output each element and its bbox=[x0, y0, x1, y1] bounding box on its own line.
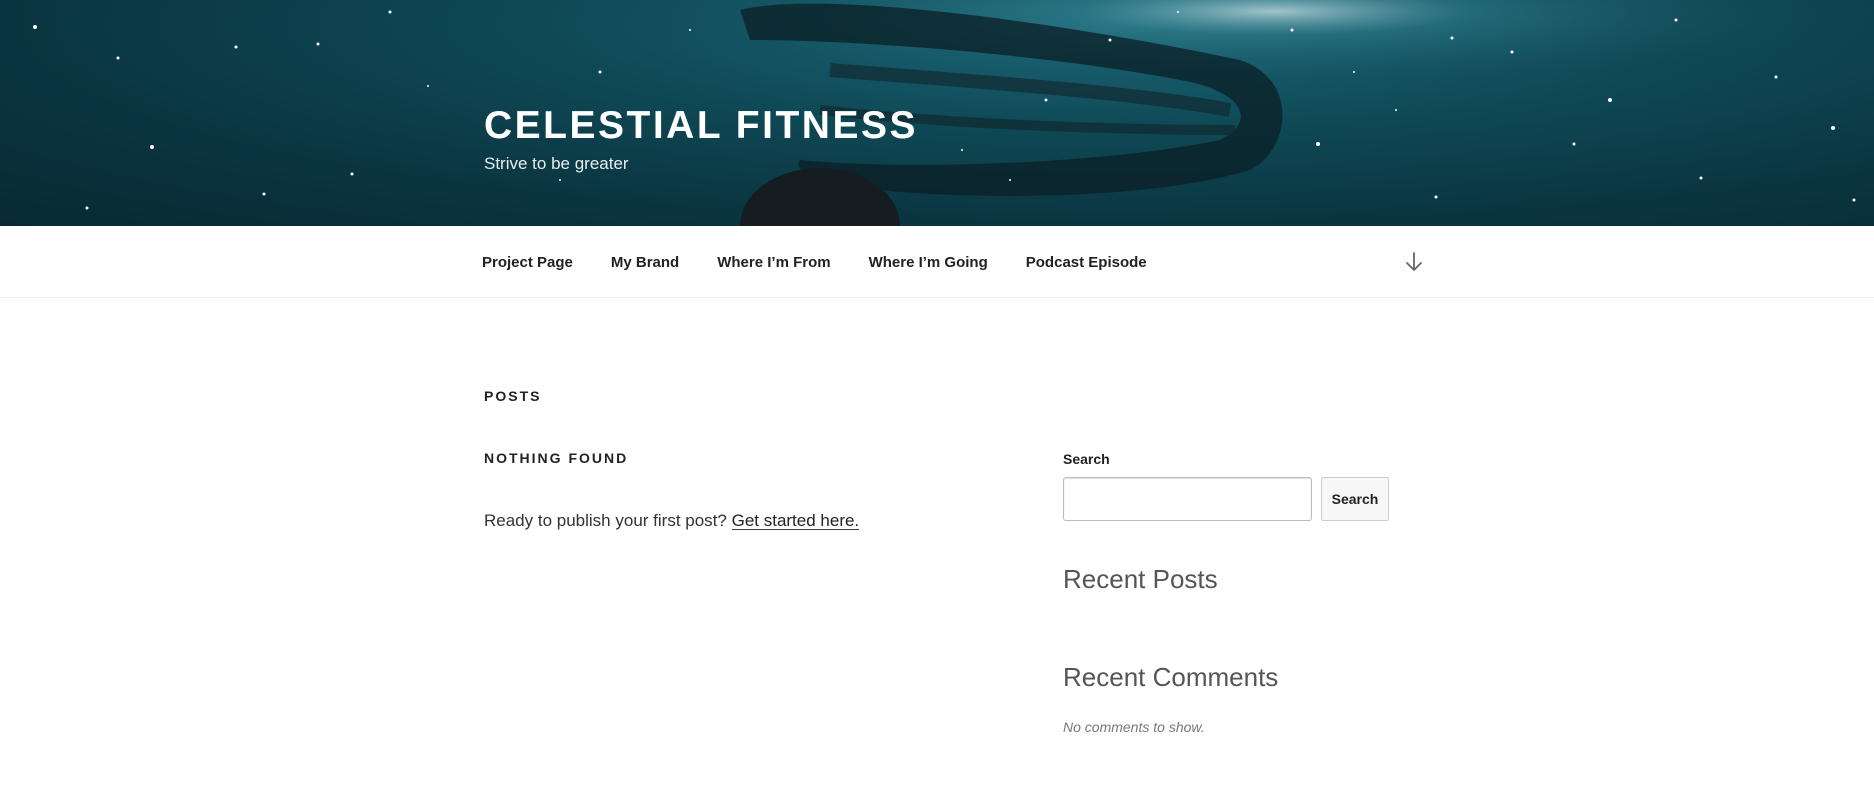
nav-item-where-im-going[interactable]: Where I’m Going bbox=[869, 254, 988, 271]
nav-item-where-im-from[interactable]: Where I’m From bbox=[717, 254, 830, 271]
site-header: CELESTIAL FITNESS Strive to be greater bbox=[0, 0, 1874, 226]
recent-comments-title: Recent Comments bbox=[1063, 662, 1279, 692]
search-button[interactable]: Search bbox=[1321, 477, 1389, 521]
search-input[interactable] bbox=[1063, 477, 1312, 521]
nav-menu: Project Page My Brand Where I’m From Whe… bbox=[482, 226, 1185, 298]
main-navigation: Project Page My Brand Where I’m From Whe… bbox=[0, 226, 1874, 298]
nav-item-my-brand[interactable]: My Brand bbox=[611, 254, 679, 271]
nav-item-podcast-episode[interactable]: Podcast Episode bbox=[1026, 254, 1147, 271]
nothing-found-title: NOTHING FOUND bbox=[484, 450, 629, 466]
no-comments-text: No comments to show. bbox=[1063, 719, 1205, 735]
arrow-down-icon[interactable] bbox=[1402, 250, 1426, 274]
site-tagline: Strive to be greater bbox=[484, 154, 629, 173]
nav-item-project-page[interactable]: Project Page bbox=[482, 254, 573, 271]
nothing-found-message: Ready to publish your first post? Get st… bbox=[484, 511, 859, 531]
site-title[interactable]: CELESTIAL FITNESS bbox=[484, 106, 918, 145]
get-started-link[interactable]: Get started here. bbox=[732, 511, 860, 530]
nothing-found-text: Ready to publish your first post? bbox=[484, 511, 727, 530]
recent-posts-title: Recent Posts bbox=[1063, 564, 1218, 594]
page-title: POSTS bbox=[484, 388, 542, 404]
header-background-image bbox=[0, 0, 1874, 226]
search-label: Search bbox=[1063, 451, 1110, 467]
